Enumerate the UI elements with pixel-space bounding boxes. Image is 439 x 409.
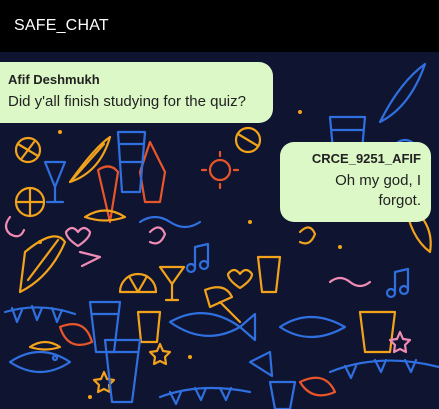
drum-icon [358,310,397,354]
drum-icon [268,380,297,409]
banner-icon [158,386,252,406]
heart-icon [64,226,92,248]
star-icon [148,342,172,366]
message-sender: Afif Deshmukh [8,72,100,87]
leaf-icon [58,323,94,346]
mask-icon [83,209,127,222]
fish-icon [278,316,347,338]
pennant-icon [248,350,274,378]
message-sender: CRCE_9251_AFIF [311,151,421,166]
ice-cream-icon [96,165,120,224]
pennant-icon [78,250,102,268]
glass-icon [136,310,162,344]
leaf-icon [298,376,337,397]
cocktail-icon [158,265,186,302]
glass-icon [256,255,282,294]
chat-area[interactable]: Afif Deshmukh Did y'all finish studying … [0,52,439,409]
fish-icon [8,351,72,373]
fish-icon [378,62,427,124]
mask-icon [28,340,62,351]
drum-icon [116,130,147,194]
swirl-icon [4,215,26,238]
banner-icon [3,304,77,324]
message-text: Oh my god, I forgot. [335,172,421,209]
banner-icon [328,358,439,380]
sun-icon [200,150,240,190]
lemon-icon [14,136,42,164]
heart-icon [226,268,254,290]
note-icon [385,267,410,299]
wave-icon [328,276,372,288]
feather-icon [18,235,67,294]
message-bubble-sent[interactable]: CRCE_9251_AFIF Oh my god, I forgot. [280,142,431,222]
message-text: Did y'all finish studying for the quiz? [8,93,246,110]
fish-icon [168,312,257,342]
wave-icon [138,215,202,229]
balloon-icon [14,186,46,218]
message-bubble-received[interactable]: Afif Deshmukh Did y'all finish studying … [0,62,273,123]
leaf-icon [68,135,112,184]
lemon-slice-icon [118,272,158,294]
spiral-icon [148,226,167,245]
app-header: SAFE_CHAT [0,0,439,52]
note-icon [185,242,210,274]
glass-icon [43,160,67,204]
spiral-icon [298,226,317,245]
drum-icon [103,338,142,404]
lemon-icon [234,126,262,154]
app-title: SAFE_CHAT [14,17,109,34]
